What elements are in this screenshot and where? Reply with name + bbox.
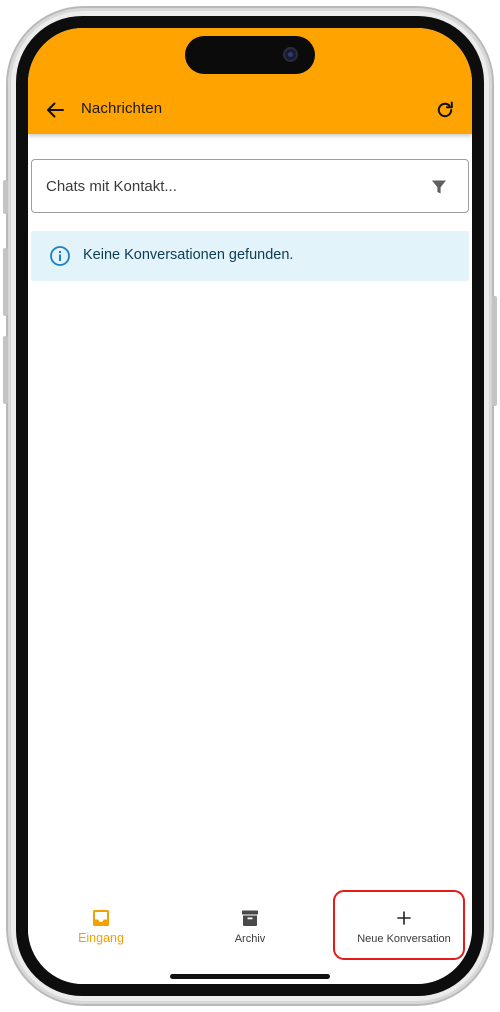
search-field — [31, 159, 469, 213]
page-title: Nachrichten — [81, 100, 163, 117]
nav-label-new-conversation: Neue Konversation — [357, 933, 451, 945]
back-button[interactable] — [42, 98, 68, 122]
info-message: Keine Konversationen gefunden. — [83, 247, 294, 263]
app-screen: Nachrichten Keine Konversationen gefunde… — [28, 28, 472, 984]
bottom-navigation: Eingang Archiv Neue Konversation — [28, 890, 472, 984]
nav-item-inbox[interactable]: Eingang — [66, 890, 136, 960]
info-alert: Keine Konversationen gefunden. — [31, 231, 469, 281]
dynamic-island — [185, 36, 315, 74]
phone-side-button — [3, 248, 8, 316]
app-bar: Nachrichten — [28, 28, 472, 134]
nav-label-inbox: Eingang — [78, 931, 124, 945]
inbox-icon — [93, 910, 109, 926]
filter-icon — [432, 180, 446, 194]
refresh-button[interactable] — [432, 98, 458, 122]
arrow-left-icon — [47, 102, 64, 118]
phone-side-button — [492, 296, 497, 406]
nav-label-archive: Archiv — [234, 933, 266, 945]
filter-button[interactable] — [429, 177, 449, 197]
archive-icon — [242, 910, 258, 926]
phone-side-button — [3, 336, 8, 404]
home-indicator — [170, 974, 330, 979]
search-input[interactable] — [46, 160, 416, 212]
plus-icon — [397, 911, 411, 925]
nav-item-new-conversation[interactable]: Neue Konversation — [340, 890, 468, 960]
phone-side-button — [3, 180, 8, 214]
nav-item-archive[interactable]: Archiv — [215, 890, 285, 960]
info-icon — [50, 246, 70, 266]
refresh-icon — [437, 101, 453, 118]
camera-icon — [283, 47, 298, 62]
